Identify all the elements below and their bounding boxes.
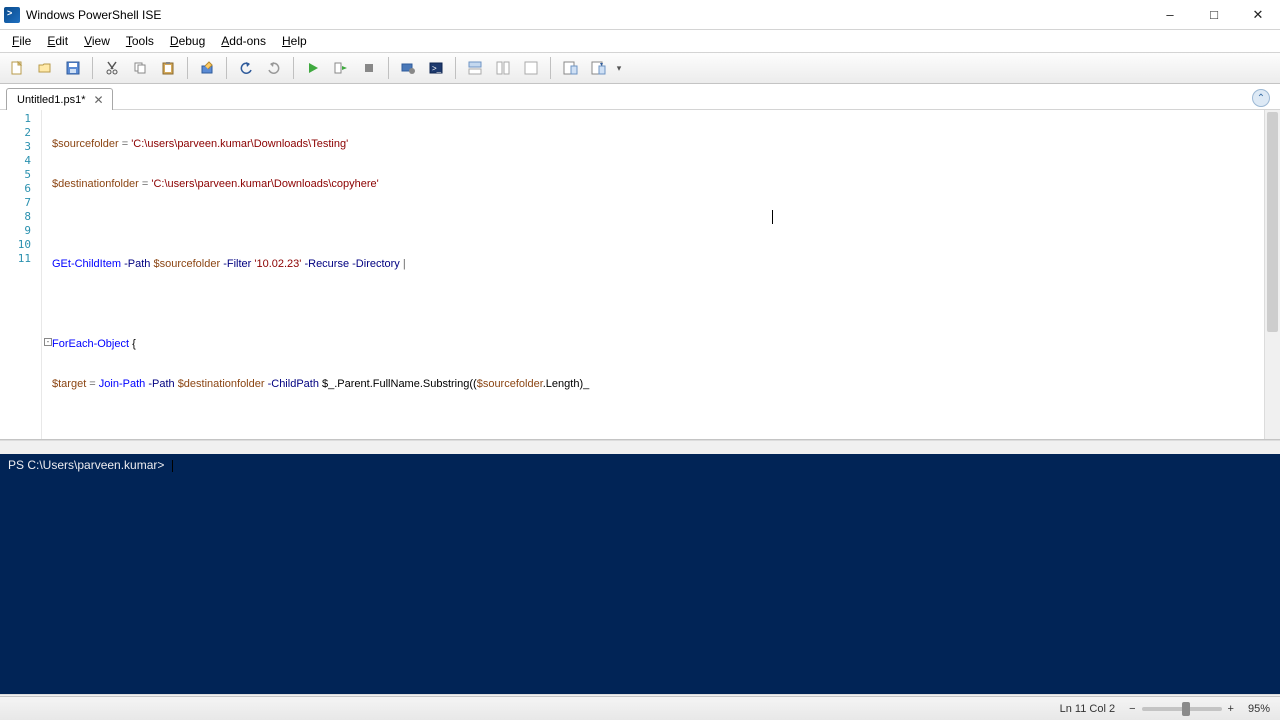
start-powershell-button[interactable]: >_ — [423, 55, 449, 81]
copy-button[interactable] — [127, 55, 153, 81]
show-script-top-button[interactable] — [462, 55, 488, 81]
run-selection-button[interactable] — [328, 55, 354, 81]
zoom-in-icon[interactable]: + — [1228, 703, 1234, 715]
open-button[interactable] — [32, 55, 58, 81]
app-icon — [4, 7, 20, 23]
minimize-button[interactable]: – — [1148, 0, 1192, 29]
menu-file[interactable]: File — [4, 32, 39, 50]
text-cursor — [772, 210, 773, 224]
tab-bar: Untitled1.ps1* ✕ ⌃ — [0, 84, 1280, 110]
maximize-button[interactable]: □ — [1192, 0, 1236, 29]
show-command-addon-button[interactable]: ▾ — [585, 55, 611, 81]
svg-text:▾: ▾ — [600, 62, 603, 68]
show-script-max-button[interactable] — [518, 55, 544, 81]
close-button[interactable]: ✕ — [1236, 0, 1280, 29]
show-command-button[interactable] — [557, 55, 583, 81]
zoom-slider[interactable] — [1142, 707, 1222, 711]
console-pane[interactable]: PS C:\Users\parveen.kumar> — [0, 454, 1280, 694]
collapse-script-pane-button[interactable]: ⌃ — [1252, 89, 1270, 107]
svg-text:>_: >_ — [432, 64, 442, 73]
show-script-right-button[interactable] — [490, 55, 516, 81]
menu-debug[interactable]: Debug — [162, 32, 213, 50]
menu-addons[interactable]: Add-ons — [213, 32, 274, 50]
script-editor[interactable]: 1 2 3 4 5 6 7 8 9 10 11 $sourcefolder = … — [0, 110, 1280, 440]
line-gutter: 1 2 3 4 5 6 7 8 9 10 11 — [0, 110, 42, 439]
undo-button[interactable] — [233, 55, 259, 81]
file-tab[interactable]: Untitled1.ps1* ✕ — [6, 88, 113, 110]
fold-icon[interactable]: - — [44, 338, 52, 346]
paste-button[interactable] — [155, 55, 181, 81]
editor-vertical-scrollbar[interactable] — [1264, 110, 1280, 439]
zoom-level: 95% — [1248, 703, 1270, 715]
cut-button[interactable] — [99, 55, 125, 81]
title-bar: Windows PowerShell ISE – □ ✕ — [0, 0, 1280, 30]
zoom-control[interactable]: − + — [1129, 703, 1234, 715]
file-tab-label: Untitled1.ps1* — [17, 94, 86, 106]
new-button[interactable] — [4, 55, 30, 81]
save-button[interactable] — [60, 55, 86, 81]
menu-help[interactable]: Help — [274, 32, 315, 50]
cursor-position: Ln 11 Col 2 — [1060, 703, 1115, 715]
toolbar: >_ ▾ ▾ — [0, 52, 1280, 84]
stop-button[interactable] — [356, 55, 382, 81]
status-bar: Ln 11 Col 2 − + 95% — [0, 696, 1280, 720]
run-script-button[interactable] — [300, 55, 326, 81]
menu-bar: File Edit View Tools Debug Add-ons Help — [0, 30, 1280, 52]
menu-view[interactable]: View — [76, 32, 118, 50]
zoom-out-icon[interactable]: − — [1129, 703, 1135, 715]
menu-tools[interactable]: Tools — [118, 32, 162, 50]
console-prompt: PS C:\Users\parveen.kumar> — [0, 454, 1280, 476]
toolbar-overflow-button[interactable]: ▾ — [613, 55, 625, 81]
code-area[interactable]: $sourcefolder = 'C:\users\parveen.kumar\… — [42, 110, 1264, 439]
close-tab-button[interactable]: ✕ — [92, 93, 106, 107]
new-remote-tab-button[interactable] — [395, 55, 421, 81]
redo-button[interactable] — [261, 55, 287, 81]
window-title: Windows PowerShell ISE — [26, 8, 1148, 22]
clear-console-button[interactable] — [194, 55, 220, 81]
menu-edit[interactable]: Edit — [39, 32, 76, 50]
